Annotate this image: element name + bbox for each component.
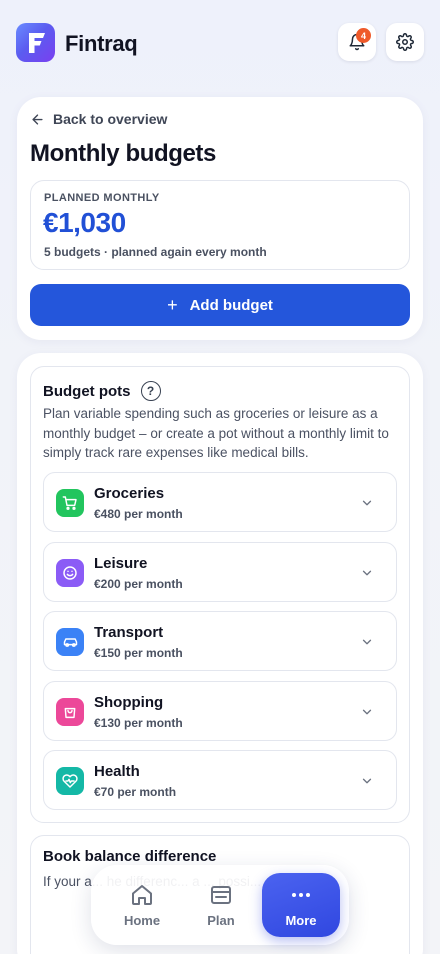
pot-amount: €480 per month [94,507,183,521]
planned-monthly-box: PLANNED MONTHLY €1,030 5 budgets · plann… [30,180,410,270]
chevron-down-icon[interactable] [360,774,374,788]
nav-home-label: Home [123,912,161,928]
pot-name: Leisure [94,555,148,572]
smiley-icon [56,559,84,587]
pot-name: Health [94,763,140,780]
heart-pulse-icon [56,767,84,795]
budget-pots-heading: Budget pots ? [43,381,161,401]
planned-label: PLANNED MONTHLY [44,192,160,204]
shopping-cart-icon [56,489,84,517]
back-to-overview-link[interactable]: Back to overview [30,111,167,127]
pot-item-groceries[interactable]: Groceries €480 per month [43,472,397,532]
home-icon [132,884,152,905]
pot-amount: €200 per month [94,577,183,591]
planned-note: 5 budgets · planned again every month [44,245,267,259]
more-dots-icon [292,892,310,897]
gear-icon [396,33,414,51]
budget-pots-description: Plan variable spending such as groceries… [43,406,389,460]
pot-amount: €70 per month [94,785,177,799]
arrow-left-icon [32,113,43,125]
nav-more-label: More [285,912,317,928]
add-budget-button[interactable]: + Add budget [30,284,410,326]
nav-plan[interactable]: Plan [182,873,260,937]
pot-name: Transport [94,624,164,641]
nav-plan-label: Plan [207,912,235,928]
planned-amount: €1,030 [43,207,126,238]
notifications-button[interactable]: 4 [338,23,376,61]
pot-name: Shopping [94,694,164,711]
notification-badge: 4 [356,28,371,43]
inbox-icon [211,885,231,904]
plus-icon: + [167,295,178,315]
logo-f-icon [28,32,45,53]
back-link-label: Back to overview [53,111,168,127]
app-name: Fintraq [65,31,138,56]
nav-home[interactable]: Home [103,873,181,937]
top-bar: Fintraq 4 [0,0,440,86]
chevron-down-icon[interactable] [360,705,374,719]
shopping-bag-icon [56,698,84,726]
pot-item-leisure[interactable]: Leisure €200 per month [43,542,397,602]
settings-button[interactable] [386,23,424,61]
pot-amount: €130 per month [94,716,183,730]
pot-item-health[interactable]: Health €70 per month [43,750,397,810]
chevron-down-icon[interactable] [360,496,374,510]
nav-more[interactable]: More [262,873,340,937]
help-icon[interactable]: ? [140,381,161,401]
balance-difference-title: Book balance difference [43,848,217,865]
app-logo[interactable] [16,23,55,62]
pot-item-transport[interactable]: Transport €150 per month [43,611,397,671]
chevron-down-icon[interactable] [360,635,374,649]
budget-pots-title: Budget pots [43,382,131,400]
add-budget-label: Add budget [189,296,273,314]
bottom-navigation: Home Plan More [91,865,349,945]
car-icon [56,628,84,656]
pot-item-shopping[interactable]: Shopping €130 per month [43,681,397,741]
pot-amount: €150 per month [94,646,183,660]
page-title: Monthly budgets [30,140,216,167]
chevron-down-icon[interactable] [360,566,374,580]
pot-name: Groceries [94,485,165,502]
